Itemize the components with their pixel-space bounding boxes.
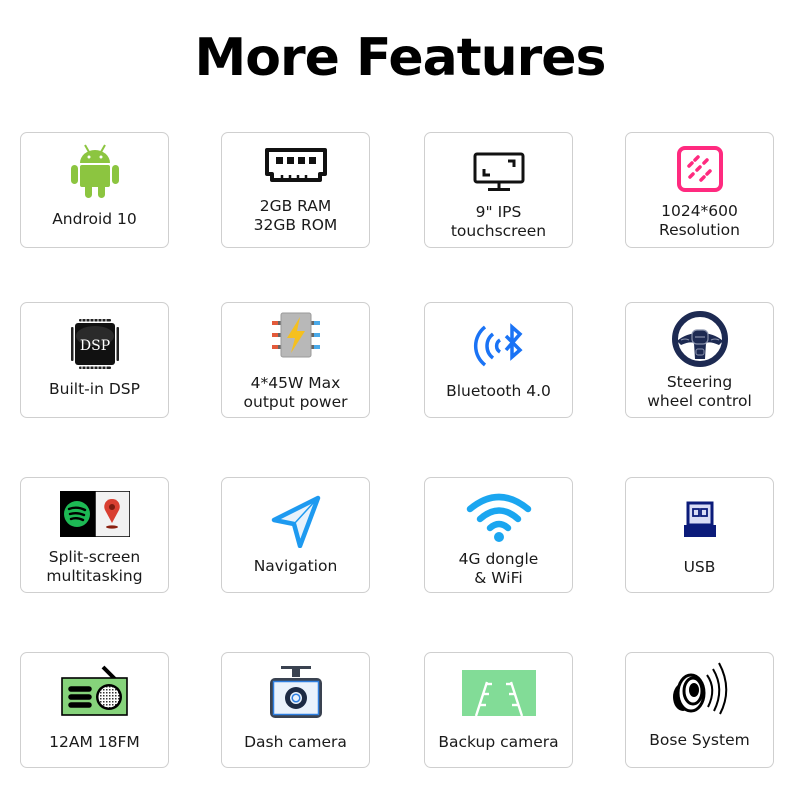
- feature-card-radio: 12AM 18FM: [20, 652, 169, 768]
- feature-label: Navigation: [253, 557, 338, 575]
- feature-label: 1024*600 Resolution: [659, 202, 740, 239]
- feature-card-dsp: DSP Built-in DSP: [20, 302, 169, 418]
- feature-label: 2GB RAM 32GB ROM: [253, 197, 338, 234]
- split-screen-icon: [21, 491, 168, 537]
- feature-label: Bluetooth 4.0: [446, 382, 551, 400]
- usb-icon: [626, 501, 773, 537]
- feature-card-screen: 9" IPS touchscreen: [424, 132, 573, 248]
- feature-card-split: Split-screen multitasking: [20, 477, 169, 593]
- dash-camera-icon: [222, 665, 369, 719]
- backup-camera-icon: [425, 670, 572, 716]
- feature-label: Dash camera: [244, 733, 347, 751]
- svg-text:DSP: DSP: [79, 338, 109, 354]
- feature-card-bluetooth: Bluetooth 4.0: [424, 302, 573, 418]
- feature-label: Steering wheel control: [647, 373, 752, 410]
- feature-label: 12AM 18FM: [49, 733, 140, 751]
- page-title: More Features: [194, 28, 607, 88]
- feature-card-resolution: 1024*600 Resolution: [625, 132, 774, 248]
- feature-card-android: Android 10: [20, 132, 169, 248]
- power-amplifier-icon: [222, 311, 369, 359]
- feature-label: Backup camera: [438, 733, 559, 751]
- feature-card-memory: 2GB RAM 32GB ROM: [221, 132, 370, 248]
- feature-label: Split-screen multitasking: [46, 548, 143, 585]
- speaker-icon: [626, 659, 773, 717]
- feature-card-steering: Steering wheel control: [625, 302, 774, 418]
- feature-card-dashcam: Dash camera: [221, 652, 370, 768]
- feature-card-wifi: 4G dongle & WiFi: [424, 477, 573, 593]
- ram-chip-icon: [222, 147, 369, 185]
- feature-card-power: 4*45W Max output power: [221, 302, 370, 418]
- feature-card-bose: Bose System: [625, 652, 774, 768]
- monitor-icon: [425, 152, 572, 192]
- feature-label: Bose System: [649, 731, 750, 749]
- feature-label: 4G dongle & WiFi: [458, 550, 539, 587]
- wifi-icon: [425, 491, 572, 543]
- bluetooth-icon: [425, 323, 572, 369]
- navigation-arrow-icon: [222, 494, 369, 548]
- feature-card-usb: USB: [625, 477, 774, 593]
- feature-label: Android 10: [52, 210, 137, 228]
- feature-card-navigation: Navigation: [221, 477, 370, 593]
- feature-label: 9" IPS touchscreen: [450, 203, 547, 240]
- android-icon: [21, 143, 168, 199]
- feature-card-backup: Backup camera: [424, 652, 573, 768]
- resolution-icon: [626, 145, 773, 193]
- radio-icon: [21, 665, 168, 717]
- feature-label: Built-in DSP: [49, 380, 140, 398]
- feature-label: USB: [683, 558, 716, 576]
- dsp-chip-icon: DSP: [21, 318, 168, 370]
- steering-wheel-icon: [626, 311, 773, 367]
- feature-label: 4*45W Max output power: [243, 374, 348, 411]
